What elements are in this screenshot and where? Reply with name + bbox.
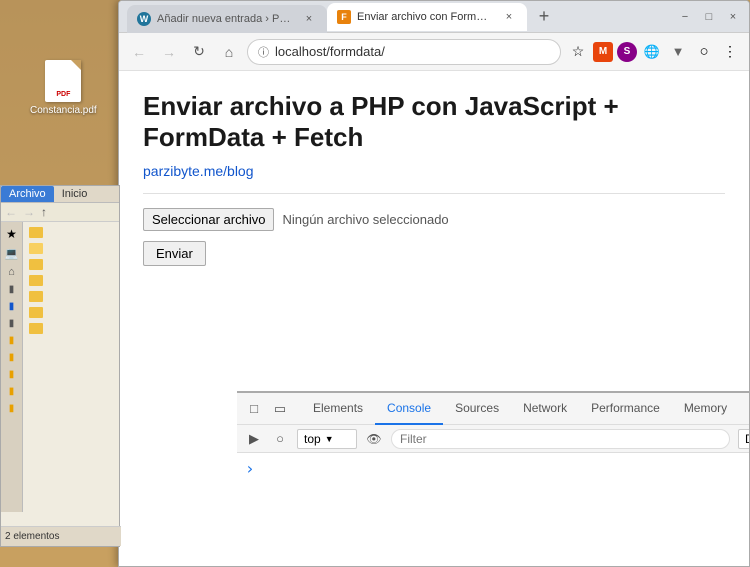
fm-back-btn[interactable]: ←: [5, 205, 17, 219]
blog-link[interactable]: parzibyte.me/blog: [143, 163, 725, 179]
title-bar: W Añadir nueva entrada › Per... × F Envi…: [119, 1, 749, 33]
nav-bar: ← → ↻ ⌂ ⓘ localhost/formdata/ ☆ M S 🌐 ▼ …: [119, 33, 749, 71]
context-dropdown-icon: ▼: [325, 434, 334, 444]
page-content: Enviar archivo a PHP con JavaScript + Fo…: [119, 71, 749, 393]
tab-wordpress[interactable]: W Añadir nueva entrada › Per... ×: [127, 5, 327, 33]
back-btn[interactable]: ←: [127, 40, 151, 64]
console-content: [237, 453, 750, 567]
lock-icon: ⓘ: [258, 44, 269, 60]
tab-favicon-orange: F: [337, 10, 351, 24]
folder-item[interactable]: [27, 258, 115, 271]
folder-item[interactable]: [27, 306, 115, 319]
fm-folders-area: [23, 222, 119, 512]
fm-tab-archivo[interactable]: Archivo: [1, 186, 54, 202]
home-btn[interactable]: ⌂: [217, 40, 241, 64]
context-selector[interactable]: top ▼: [297, 429, 357, 449]
tab1-label: Añadir nueva entrada › Per...: [157, 13, 295, 25]
dt-tab-console[interactable]: Console: [375, 393, 443, 425]
file-select-btn[interactable]: Seleccionar archivo: [143, 208, 274, 231]
dt-tab-network[interactable]: Network: [511, 393, 579, 425]
dt-tab-elements[interactable]: Elements: [301, 393, 375, 425]
fm-forward-btn[interactable]: →: [23, 205, 35, 219]
minimize-btn[interactable]: −: [677, 9, 693, 25]
translate-icon[interactable]: 🌐: [641, 41, 663, 63]
dt-tab-more[interactable]: »: [739, 393, 750, 425]
context-value: top: [304, 432, 321, 446]
tab2-label: Enviar archivo con FormDa...: [357, 11, 495, 23]
address-text: localhost/formdata/: [275, 44, 385, 59]
window-controls: − □ ×: [677, 9, 741, 25]
address-bar[interactable]: ⓘ localhost/formdata/: [247, 39, 561, 65]
tab-favicon-wordpress: W: [137, 12, 151, 26]
level-label: Default levels: [745, 432, 750, 446]
console-clear-icon[interactable]: ○: [271, 430, 289, 448]
fm-computer-icon[interactable]: 💻: [5, 247, 19, 260]
fm-star-icon[interactable]: ★: [6, 227, 17, 241]
dt-device-icon[interactable]: ▭: [271, 400, 289, 418]
fm-link-icon[interactable]: ▮: [9, 301, 15, 312]
fm-status-text: 2 elementos: [5, 531, 59, 542]
dt-tab-sources[interactable]: Sources: [443, 393, 511, 425]
folder-item[interactable]: [27, 242, 115, 255]
forward-btn[interactable]: →: [157, 40, 181, 64]
dt-left-icons: □ ▭: [245, 400, 289, 418]
file-input-area: Seleccionar archivo Ningún archivo selec…: [143, 208, 725, 231]
fm-folder5-icon[interactable]: ▮: [9, 403, 15, 414]
dt-tabs: Elements Console Sources Network Perform…: [301, 393, 750, 425]
page-title: Enviar archivo a PHP con JavaScript + Fo…: [143, 91, 725, 153]
close-btn[interactable]: ×: [725, 9, 741, 25]
maximize-btn[interactable]: □: [701, 9, 717, 25]
tab2-close-btn[interactable]: ×: [501, 9, 517, 25]
devtools-panel: □ ▭ Elements Console Sources Network Per…: [237, 391, 750, 566]
folder-item[interactable]: [27, 290, 115, 303]
file-name-label: Ningún archivo seleccionado: [282, 212, 448, 227]
desktop-icon-constancia[interactable]: PDF Constancia.pdf: [30, 60, 97, 116]
console-run-icon[interactable]: ▶: [245, 430, 263, 448]
fm-folder2-icon[interactable]: ▮: [9, 352, 15, 363]
devtools-toolbar: □ ▭ Elements Console Sources Network Per…: [237, 393, 750, 425]
fm-settings-icon[interactable]: ▮: [9, 318, 15, 329]
tab-formdata[interactable]: F Enviar archivo con FormDa... ×: [327, 3, 527, 31]
fm-status-bar: 2 elementos: [1, 526, 121, 546]
level-selector[interactable]: Default levels ▼: [738, 429, 750, 449]
folder-item[interactable]: [27, 274, 115, 287]
dt-tab-memory[interactable]: Memory: [672, 393, 739, 425]
fm-tab-inicio[interactable]: Inicio: [54, 186, 96, 202]
console-filter-input[interactable]: [391, 429, 730, 449]
new-tab-btn[interactable]: +: [531, 4, 557, 30]
ext-icon-2[interactable]: S: [617, 42, 637, 62]
globe-icon[interactable]: ○: [693, 41, 715, 63]
nav-icons: ☆ M S 🌐 ▼ ○ ⋮: [567, 41, 741, 63]
dt-tab-performance[interactable]: Performance: [579, 393, 672, 425]
fm-home-icon[interactable]: ⌂: [8, 266, 15, 278]
console-bar: ▶ ○ top ▼ 👁 Default levels ▼ ⚙: [237, 425, 750, 453]
desktop-icon-label: Constancia.pdf: [30, 105, 97, 116]
browser-window: W Añadir nueva entrada › Per... × F Envi…: [118, 0, 750, 567]
dt-inspect-icon[interactable]: □: [245, 400, 263, 418]
fm-folder3-icon[interactable]: ▮: [9, 369, 15, 380]
fm-folder4-icon[interactable]: ▮: [9, 386, 15, 397]
console-prompt[interactable]: [245, 457, 750, 480]
fm-nav-bar: ← → ↑: [1, 203, 119, 222]
fm-folder-icon[interactable]: ▮: [9, 335, 15, 346]
fm-bookmark-icon[interactable]: ▮: [9, 284, 15, 295]
reload-btn[interactable]: ↻: [187, 40, 211, 64]
submit-btn[interactable]: Enviar: [143, 241, 206, 266]
fm-tab-bar: Archivo Inicio: [1, 186, 119, 203]
folder-item[interactable]: [27, 322, 115, 335]
ext-icon-3[interactable]: ▼: [667, 41, 689, 63]
tab1-close-btn[interactable]: ×: [301, 11, 317, 27]
file-manager: Archivo Inicio ← → ↑ ★ 💻 ⌂ ▮ ▮ ▮ ▮ ▮ ▮ ▮…: [0, 185, 120, 547]
menu-btn[interactable]: ⋮: [719, 41, 741, 63]
bookmark-btn[interactable]: ☆: [567, 41, 589, 63]
folder-item[interactable]: [27, 226, 115, 239]
ext-icon-1[interactable]: M: [593, 42, 613, 62]
fm-side-icons: ★ 💻 ⌂ ▮ ▮ ▮ ▮ ▮ ▮ ▮ ▮: [1, 222, 23, 512]
separator: [143, 193, 725, 194]
fm-up-btn[interactable]: ↑: [41, 205, 47, 219]
eye-icon[interactable]: 👁: [365, 430, 383, 448]
